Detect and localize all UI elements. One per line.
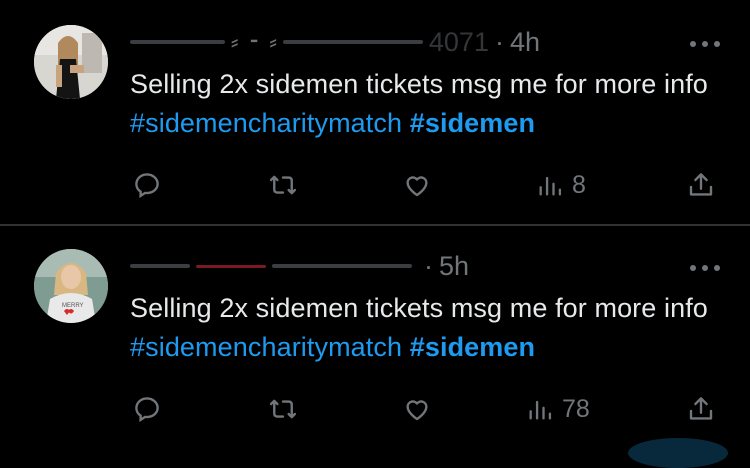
reply-button[interactable]	[132, 389, 170, 429]
retweet-button[interactable]	[268, 165, 306, 205]
tweet-actions: 8	[130, 165, 720, 205]
avatar-photo	[34, 25, 108, 99]
views-button[interactable]: 78	[526, 389, 590, 429]
tweet-actions: 78	[130, 389, 720, 429]
hashtag-link[interactable]: #sidemen	[410, 108, 535, 138]
redacted-handle[interactable]	[272, 264, 412, 268]
tweet[interactable]: ⸗ ⁃ ⸗ 4071 · 4h Selling 2x sidemen ticke…	[0, 0, 750, 224]
share-button[interactable]	[686, 389, 716, 429]
tweet-header: · 5h	[130, 250, 469, 282]
handle-suffix: 4071	[428, 26, 489, 57]
views-icon	[539, 176, 562, 196]
tweet-text: Selling 2x sidemen tickets msg me for mo…	[130, 65, 720, 143]
hashtag-link[interactable]: #sidemencharitymatch	[130, 332, 402, 362]
redacted-mark	[196, 264, 266, 268]
redacted-scribble: ⸗ ⁃ ⸗	[231, 29, 279, 54]
svg-text:MERRY: MERRY	[62, 303, 84, 309]
like-button[interactable]	[402, 165, 440, 205]
timestamp[interactable]: 4h	[510, 27, 540, 58]
share-icon	[689, 173, 713, 196]
timestamp[interactable]: 5h	[439, 251, 469, 282]
tweet-body: Selling 2x sidemen tickets msg me for mo…	[130, 69, 708, 99]
avatar[interactable]	[34, 25, 108, 99]
hashtag-link[interactable]: #sidemen	[410, 332, 535, 362]
avatar[interactable]: MERRY	[34, 249, 108, 323]
views-count: 78	[562, 394, 590, 423]
redacted-name[interactable]	[130, 264, 190, 268]
like-icon	[406, 400, 428, 421]
reply-icon	[135, 173, 159, 199]
views-count: 8	[572, 170, 586, 199]
compose-button[interactable]	[628, 438, 728, 468]
share-icon	[689, 397, 713, 420]
more-icon[interactable]	[690, 34, 720, 54]
redacted-handle[interactable]	[282, 40, 423, 44]
retweet-button[interactable]	[268, 389, 306, 429]
reply-button[interactable]	[132, 165, 170, 205]
share-button[interactable]	[686, 165, 716, 205]
tweet-body: Selling 2x sidemen tickets msg me for mo…	[130, 293, 708, 323]
views-icon	[529, 400, 552, 420]
retweet-icon	[269, 175, 297, 195]
separator-dot: ·	[494, 26, 504, 57]
tweet-header: ⸗ ⁃ ⸗ 4071 · 4h	[130, 26, 540, 58]
reply-icon	[135, 397, 159, 423]
avatar-photo: MERRY	[34, 249, 108, 323]
like-icon	[406, 176, 428, 197]
tweet-text: Selling 2x sidemen tickets msg me for mo…	[130, 289, 720, 367]
hashtag-link[interactable]: #sidemencharitymatch	[130, 108, 402, 138]
retweet-icon	[269, 399, 297, 419]
more-icon[interactable]	[690, 258, 720, 278]
like-button[interactable]	[402, 389, 440, 429]
views-button[interactable]: 8	[536, 165, 586, 205]
separator-dot: ·	[424, 250, 433, 281]
tweet[interactable]: MERRY · 5h Selling 2x sidemen tickets ms…	[0, 226, 750, 446]
redacted-name[interactable]	[130, 40, 225, 44]
